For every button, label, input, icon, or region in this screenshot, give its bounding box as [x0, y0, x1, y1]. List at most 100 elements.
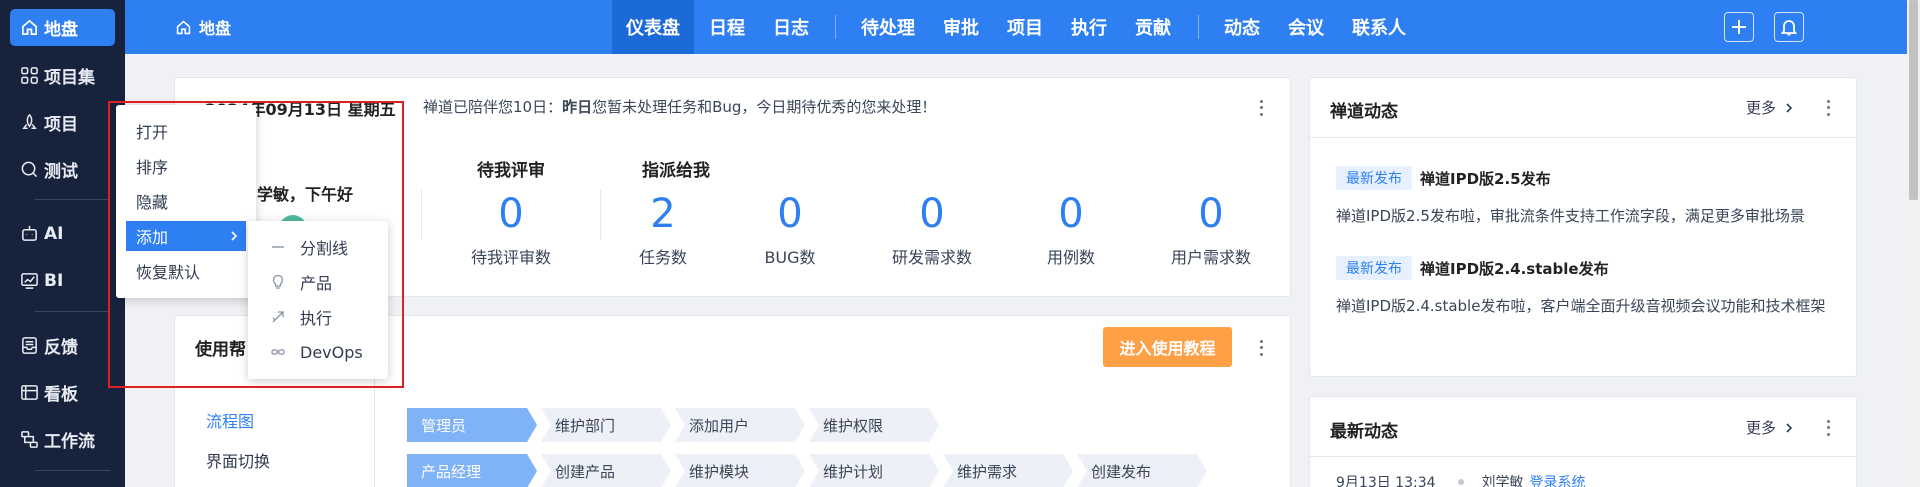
- sidebar-divider: [35, 470, 110, 471]
- stat-label: 用例数: [1046, 248, 1095, 267]
- news-title: 禅道动态: [1330, 102, 1398, 122]
- activity-action[interactable]: 登录系统: [1530, 472, 1586, 487]
- card-divider: [1310, 456, 1856, 457]
- chevron-right-icon: [1786, 102, 1793, 113]
- more-options-icon[interactable]: [1825, 418, 1831, 438]
- nav-review[interactable]: 审批: [929, 0, 993, 54]
- nav-contribute[interactable]: 贡献: [1121, 0, 1185, 54]
- stat-label: 待我评审数: [470, 248, 551, 267]
- flow-step[interactable]: 维护权限: [809, 408, 939, 442]
- breadcrumb-label: 地盘: [199, 19, 232, 38]
- flow-step[interactable]: 创建产品: [541, 454, 671, 487]
- stat-value: 0: [1058, 191, 1084, 237]
- stat-label: BUG数: [764, 248, 816, 267]
- nav-todo[interactable]: 待处理: [847, 0, 929, 54]
- sidebar-item-bi[interactable]: BI: [10, 262, 115, 299]
- top-navbar: 地盘 仪表盘 日程 日志 待处理 审批 项目 执行 贡献 动态 会议 联系人 学…: [125, 0, 1920, 54]
- more-label: 更多: [1746, 419, 1777, 437]
- sidebar-item-label: 项目集: [44, 68, 95, 88]
- kanban-icon: [21, 385, 38, 400]
- chevron-right-icon: [1786, 422, 1793, 433]
- chart-icon: [21, 273, 38, 289]
- sidebar-item-kanban[interactable]: 看板: [10, 374, 115, 411]
- stat-requirements[interactable]: 0 用户需求数: [1136, 190, 1286, 268]
- nav-meeting[interactable]: 会议: [1274, 0, 1338, 54]
- sidebar-item-dashboard[interactable]: 地盘: [10, 9, 115, 46]
- inbox-icon: [22, 337, 37, 354]
- news-more-link[interactable]: 更多: [1746, 97, 1796, 118]
- breadcrumb-home[interactable]: 地盘: [175, 0, 231, 54]
- flow-step[interactable]: 管理员: [407, 408, 537, 442]
- plus-icon: [1732, 20, 1746, 34]
- notification-button[interactable]: [1774, 12, 1804, 42]
- sidebar: 地盘 项目集 项目 测试 AI BI 反馈 看板 工作流: [0, 0, 125, 487]
- sidebar-item-test[interactable]: 测试: [10, 151, 115, 188]
- sidebar-item-label: 反馈: [44, 338, 78, 358]
- stat-value: 0: [919, 191, 945, 237]
- more-options-icon[interactable]: [1258, 98, 1264, 118]
- news-item-title[interactable]: 禅道IPD版2.5发布: [1420, 168, 1551, 189]
- scrollbar-thumb[interactable]: [1909, 0, 1918, 200]
- flow-step[interactable]: 维护需求: [943, 454, 1073, 487]
- nav-dynamic[interactable]: 动态: [1210, 0, 1274, 54]
- stat-divider: [421, 190, 422, 240]
- nav-log[interactable]: 日志: [759, 0, 823, 54]
- activity-title: 最新动态: [1330, 422, 1398, 442]
- news-tag: 最新发布: [1336, 256, 1412, 280]
- welcome-message-text: 禅道已陪伴您10日：: [423, 98, 563, 116]
- flow-step[interactable]: 产品经理: [407, 454, 537, 487]
- nav-project[interactable]: 项目: [993, 0, 1057, 54]
- news-tag: 最新发布: [1336, 166, 1412, 190]
- flow-step[interactable]: 创建发布: [1077, 454, 1207, 487]
- sidebar-item-label: 工作流: [44, 432, 95, 452]
- sidebar-item-label: AI: [44, 223, 64, 244]
- help-tab-list: [175, 376, 375, 487]
- nav-separator: [1198, 15, 1199, 39]
- stat-cases[interactable]: 0 用例数: [996, 190, 1146, 268]
- stat-stories[interactable]: 0 研发需求数: [857, 190, 1007, 268]
- sidebar-divider: [35, 199, 110, 200]
- home-icon: [176, 20, 191, 34]
- welcome-message: 禅道已陪伴您10日：昨日您暂未处理任务和Bug，今日期待优秀的您来处理！: [423, 96, 936, 117]
- tab-interface-switch[interactable]: 界面切换: [206, 448, 270, 472]
- activity-card: 最新动态 更多 9月13日 13:34 刘学敏 登录系统: [1309, 396, 1857, 487]
- tutorial-button[interactable]: 进入使用教程: [1103, 327, 1232, 367]
- sidebar-item-project[interactable]: 项目: [10, 104, 115, 141]
- flow-step[interactable]: 维护部门: [541, 408, 671, 442]
- stat-value: 0: [777, 191, 803, 237]
- home-icon: [21, 19, 38, 36]
- sidebar-item-workflow[interactable]: 工作流: [10, 421, 115, 458]
- news-item-title[interactable]: 禅道IPD版2.4.stable发布: [1420, 258, 1609, 279]
- card-divider: [1310, 137, 1856, 138]
- stat-value: 0: [498, 191, 524, 237]
- create-button[interactable]: [1724, 12, 1754, 42]
- highlight-box: [108, 101, 404, 388]
- news-card: 禅道动态 更多 最新发布 禅道IPD版2.5发布 禅道IPD版2.5发布啦，审批…: [1309, 77, 1857, 377]
- tab-flowchart[interactable]: 流程图: [206, 408, 254, 432]
- flow-step[interactable]: 添加用户: [675, 408, 805, 442]
- flow-step[interactable]: 维护模块: [675, 454, 805, 487]
- sidebar-item-program[interactable]: 项目集: [10, 57, 115, 94]
- sidebar-item-ai[interactable]: AI: [10, 215, 115, 252]
- stat-review[interactable]: 0 待我评审数: [436, 190, 586, 268]
- nav-dashboard[interactable]: 仪表盘: [612, 0, 694, 54]
- rocket-icon: [22, 113, 37, 129]
- stat-bugs[interactable]: 0 BUG数: [715, 190, 865, 268]
- activity-entry: 9月13日 13:34 刘学敏 登录系统: [1336, 472, 1586, 487]
- stat-value: 0: [1198, 191, 1224, 237]
- stat-label: 研发需求数: [891, 248, 972, 267]
- flow-step[interactable]: 维护计划: [809, 454, 939, 487]
- timeline-dot: [1457, 479, 1464, 485]
- search-circle-icon: [21, 161, 38, 178]
- nav-calendar[interactable]: 日程: [695, 0, 759, 54]
- more-label: 更多: [1746, 99, 1777, 117]
- nav-contacts[interactable]: 联系人: [1338, 0, 1420, 54]
- activity-time: 9月13日 13:34: [1336, 475, 1436, 487]
- grid-icon: [21, 67, 38, 84]
- more-options-icon[interactable]: [1258, 338, 1264, 358]
- more-options-icon[interactable]: [1825, 98, 1831, 118]
- nav-execution[interactable]: 执行: [1057, 0, 1121, 54]
- nav-separator: [835, 15, 836, 39]
- activity-more-link[interactable]: 更多: [1746, 417, 1796, 438]
- sidebar-item-feedback[interactable]: 反馈: [10, 327, 115, 364]
